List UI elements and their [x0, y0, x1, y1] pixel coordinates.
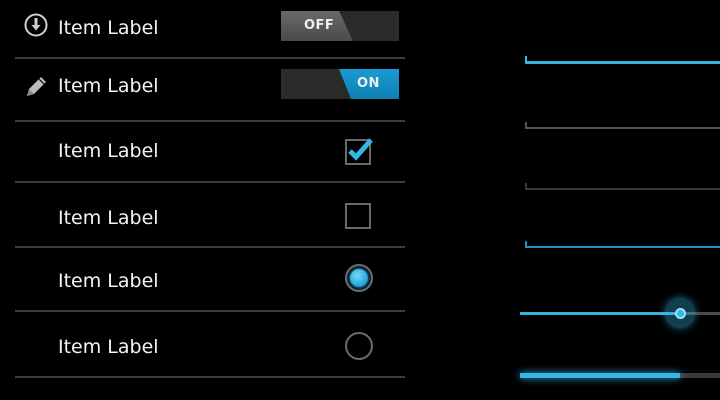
item-label: Item Label — [58, 270, 159, 292]
divider — [15, 57, 405, 59]
divider — [15, 246, 405, 248]
radio-dot — [350, 269, 368, 287]
divider — [15, 310, 405, 312]
item-label: Item Label — [58, 140, 159, 162]
textfield-underline-focused[interactable] — [525, 61, 720, 64]
download-icon — [23, 12, 49, 38]
checkbox-checked[interactable] — [345, 138, 373, 165]
toggle-switch-on[interactable]: ON — [281, 69, 399, 99]
item-label: Item Label — [58, 17, 159, 39]
divider — [15, 376, 405, 378]
item-label: Item Label — [58, 75, 159, 97]
holo-widgets-screen: Item Label OFF Item Label ON Item Label … — [0, 0, 720, 400]
toggle-state-label: OFF — [304, 18, 335, 33]
checkmark-icon — [348, 138, 373, 161]
textfield-underline-disabled[interactable] — [525, 188, 720, 190]
seekbar-fill — [520, 312, 680, 315]
checkbox-unchecked[interactable] — [345, 203, 371, 229]
radio-button-unselected[interactable] — [345, 332, 373, 360]
divider — [15, 181, 405, 183]
item-label: Item Label — [58, 336, 159, 358]
pencil-icon — [23, 74, 49, 100]
toggle-state-label: ON — [357, 76, 380, 91]
toggle-switch-off[interactable]: OFF — [281, 11, 399, 41]
textfield-underline-active[interactable] — [525, 246, 720, 248]
divider — [15, 120, 405, 122]
item-label: Item Label — [58, 207, 159, 229]
textfield-underline[interactable] — [525, 127, 720, 129]
progress-bar-fill — [520, 373, 680, 378]
seekbar-thumb[interactable] — [665, 298, 695, 328]
seekbar-thumb-dot — [675, 308, 686, 319]
radio-button-selected[interactable] — [345, 264, 373, 292]
progress-bar — [520, 373, 720, 378]
